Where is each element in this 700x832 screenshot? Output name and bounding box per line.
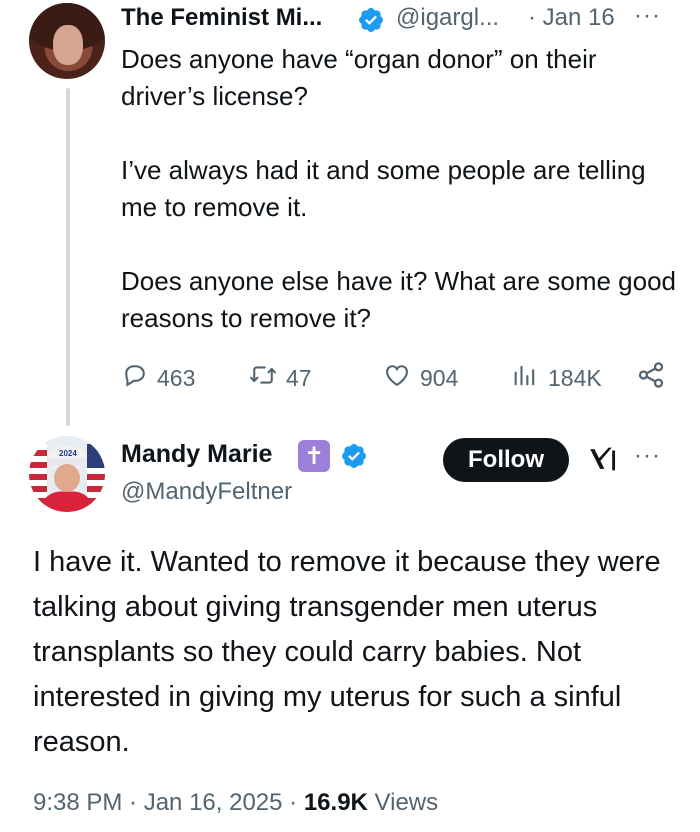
- like-count: 904: [420, 364, 459, 391]
- views-button[interactable]: 184K: [510, 362, 602, 394]
- like-icon: [382, 361, 420, 395]
- tweet1-paragraph: Does anyone else have it? What are some …: [121, 266, 677, 333]
- like-button[interactable]: 904: [382, 362, 458, 394]
- tweet1-handle[interactable]: @igargl...: [396, 4, 499, 32]
- repost-count: 47: [286, 364, 312, 391]
- share-icon: [636, 360, 674, 396]
- tweet1-paragraph: I’ve always had it and some people are t…: [121, 155, 646, 222]
- repost-button[interactable]: 47: [248, 362, 312, 394]
- avatar-face: [53, 25, 83, 65]
- tweet2-author-name[interactable]: Mandy Marie: [121, 440, 272, 469]
- tweet1-date[interactable]: · Jan 16: [528, 4, 615, 32]
- avatar-feminist[interactable]: [29, 3, 105, 79]
- svg-text:2024: 2024: [59, 449, 77, 458]
- grok-icon[interactable]: [586, 442, 620, 481]
- reply-button[interactable]: 463: [121, 362, 195, 394]
- share-button[interactable]: [636, 362, 674, 394]
- tweet2-text: I have it. Wanted to remove it because t…: [33, 546, 661, 758]
- repost-icon: [248, 361, 286, 395]
- more-options-icon[interactable]: ···: [634, 442, 661, 470]
- tweet2-views-label: Views: [367, 789, 439, 816]
- tweet1-text: Does anyone have “organ donor” on their …: [121, 41, 681, 337]
- more-options-icon[interactable]: ···: [634, 2, 661, 30]
- cross-badge-icon: ✝: [298, 440, 330, 472]
- tweet2-handle[interactable]: @MandyFeltner: [121, 478, 292, 506]
- reply-icon: [121, 361, 157, 395]
- thread-line: [66, 88, 70, 426]
- avatar-mandy[interactable]: 2024: [29, 436, 105, 512]
- tweet2-metadata: 9:38 PM · Jan 16, 2025 · 16.9K Views: [33, 789, 438, 817]
- tweet2-views-count: 16.9K: [303, 789, 368, 816]
- tweet1-paragraph: Does anyone have “organ donor” on their …: [121, 44, 597, 111]
- views-count: 184K: [548, 364, 602, 391]
- follow-button[interactable]: Follow: [443, 438, 569, 482]
- tweet2-timestamp[interactable]: 9:38 PM · Jan 16, 2025 ·: [33, 789, 304, 816]
- reply-count: 463: [157, 364, 196, 391]
- verified-icon: [357, 6, 385, 39]
- verified-icon: [340, 442, 368, 475]
- tweet1-author-name[interactable]: The Feminist Mi...: [121, 4, 322, 32]
- views-icon: [510, 361, 548, 395]
